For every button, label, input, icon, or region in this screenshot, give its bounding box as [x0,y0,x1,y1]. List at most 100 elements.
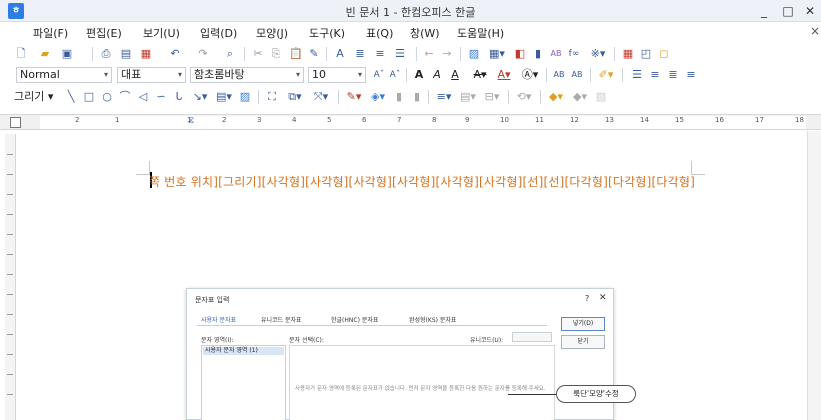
align-left-icon[interactable]: ≡ [648,68,662,82]
picture-tool-icon[interactable]: ▨ [238,90,252,104]
curve-tool-icon[interactable]: ∽ [154,90,168,104]
shadow-style-icon[interactable]: ▤▾ [458,90,478,104]
forward-icon[interactable]: → [440,47,454,61]
insert-chart-icon[interactable]: ▮ [530,47,546,61]
arrow-style-icon[interactable]: ≡▾ [434,90,454,104]
tab-ks-charmap[interactable]: 완성형(KS) 문자표 [409,315,456,324]
group-object-icon[interactable]: ⧉▾ [284,90,306,104]
print-icon[interactable]: ⎙ [98,47,114,61]
vertical-scrollbar[interactable] [807,131,821,420]
dialog-help-icon[interactable]: ? [585,294,589,303]
copy-icon[interactable]: ⎘ [268,47,284,61]
ruler-toggle-icon[interactable] [10,117,21,128]
line-style-icon[interactable]: ▮ [392,90,406,104]
paste-icon[interactable]: 📋 [288,47,304,61]
shading-icon[interactable]: ✐▾ [596,68,616,82]
polygon-tool-icon[interactable]: ◁ [136,90,150,104]
char-spacing-narrow-icon[interactable]: AB [552,68,566,82]
menu-help[interactable]: 도움말(H) [457,25,504,41]
menu-tools[interactable]: 도구(K) [309,25,345,41]
line-width-icon[interactable]: ▮ [410,90,424,104]
unicode-field[interactable] [512,332,552,342]
font-shrink-icon[interactable]: Aˇ [372,68,386,82]
list-icon[interactable]: ☰ [392,47,408,61]
insert-image-icon[interactable]: ▨ [466,47,482,61]
dialog-close-icon[interactable]: ✕ [599,293,607,303]
list-item[interactable]: 사용자 문자 영역 (1) [203,347,284,355]
insert-button[interactable]: 넣기(D) [561,317,605,331]
connector-tool-icon[interactable]: ↘▾ [190,90,210,104]
char-select-grid[interactable] [289,345,555,420]
fill-color-icon[interactable]: ◈▾ [368,90,388,104]
draw-menu-button[interactable]: 그리기 ▾ [14,90,60,104]
print-preview-icon[interactable]: ▤ [118,47,134,61]
rotate-icon[interactable]: ⟲▾ [514,90,534,104]
menu-table[interactable]: 표(Q) [366,25,393,41]
menu-edit[interactable]: 편집(E) [86,25,122,41]
insert-shape-icon[interactable]: ◧ [512,47,528,61]
align-center-icon[interactable]: ≡ [684,68,698,82]
menu-view[interactable]: 보기(U) [143,25,180,41]
save-icon[interactable]: ▣ [60,47,74,61]
char-spacing-wide-icon[interactable]: AB [570,68,584,82]
insert-hangeul-art-icon[interactable]: AB [548,47,564,61]
document-body-text[interactable]: 쪽 번호 위치][그리기][사각형][사각형][사각형][사각형][사각형][사… [149,173,695,190]
hanja-icon[interactable]: ▦ [620,47,636,61]
style-combo[interactable]: Normal ▾ [16,67,112,83]
menu-format[interactable]: 모양(J) [256,25,288,41]
new-document-icon[interactable]: 🗋 [14,47,28,61]
tab-hnc-charmap[interactable]: 한글(HNC) 문자표 [331,315,378,324]
minimize-button[interactable]: _ [755,3,773,19]
ellipse-tool-icon[interactable]: ○ [100,90,114,104]
align-right-icon[interactable]: ≣ [666,68,680,82]
font-size-combo[interactable]: 10 ▾ [308,67,366,83]
open-folder-icon[interactable]: ▰ [36,47,54,61]
line-color-icon[interactable]: ✎▾ [344,90,364,104]
tab-user-charmap[interactable]: 사용자 문자표 [201,315,236,324]
insert-formula-icon[interactable]: f∞ [566,47,582,61]
strikethrough-icon[interactable]: A▾ [470,68,490,82]
tab-unicode-charmap[interactable]: 유니코드 문자표 [261,315,302,324]
back-icon[interactable]: ← [422,47,436,61]
pdf-icon[interactable]: ▦ [138,47,154,61]
find-icon[interactable]: ⌕ [222,47,238,61]
menu-input[interactable]: 입력(D) [200,25,237,41]
dialog-close-button[interactable]: 닫기 [561,335,605,349]
maximize-button[interactable]: □ [779,3,797,19]
ruler-scale[interactable]: 2 1 ⧖ 1 2 3 4 5 6 7 8 9 10 11 12 13 14 1… [40,116,806,129]
textbox-tool-icon[interactable]: ▤▾ [214,90,234,104]
style-icon[interactable]: ≡ [372,47,388,61]
redo-icon[interactable]: ↷ [192,47,214,61]
font-group-combo[interactable]: 대표 ▾ [117,67,186,83]
menu-file[interactable]: 파일(F) [33,25,68,41]
align-justify-icon[interactable]: ☰ [630,68,644,82]
select-object-icon[interactable]: ⛶ [264,90,280,104]
doc-close-icon[interactable]: × [810,24,820,38]
font-grow-icon[interactable]: Aˆ [388,68,402,82]
insert-table-icon[interactable]: ▦▾ [486,47,508,61]
align-object-icon[interactable]: ⤧▾ [310,90,332,104]
bold-icon[interactable]: A [412,68,426,82]
object-effect-icon[interactable]: ▨ [594,90,608,104]
close-button[interactable]: ✕ [801,3,819,19]
rectangle-tool-icon[interactable]: □ [82,90,96,104]
3d-style-icon[interactable]: ⊟▾ [482,90,502,104]
object-line-icon[interactable]: ◆▾ [570,90,590,104]
font-name-combo[interactable]: 함초롬바탕 ▾ [190,67,304,83]
highlight-icon[interactable]: Ⓐ▾ [520,68,540,82]
arc-tool-icon[interactable]: ⌒ [118,90,132,104]
line-tool-icon[interactable]: ╲ [64,90,78,104]
freehand-tool-icon[interactable]: ᒐ [172,90,186,104]
format-painter-icon[interactable]: ✎ [306,47,322,61]
menu-window[interactable]: 창(W) [410,25,440,41]
underline-icon[interactable]: A [448,68,462,82]
para-shape-icon[interactable]: ≣ [352,47,368,61]
char-area-list[interactable]: 사용자 문자 영역 (1) [201,345,286,420]
italic-icon[interactable]: A [430,68,444,82]
font-color-icon[interactable]: A▾ [494,68,514,82]
memo-icon[interactable]: ◰ [638,47,654,61]
insert-symbol-icon[interactable]: ※▾ [586,47,610,61]
undo-icon[interactable]: ↶ [164,47,186,61]
bookmark-icon[interactable]: ◻ [656,47,672,61]
cut-icon[interactable]: ✂ [250,47,266,61]
